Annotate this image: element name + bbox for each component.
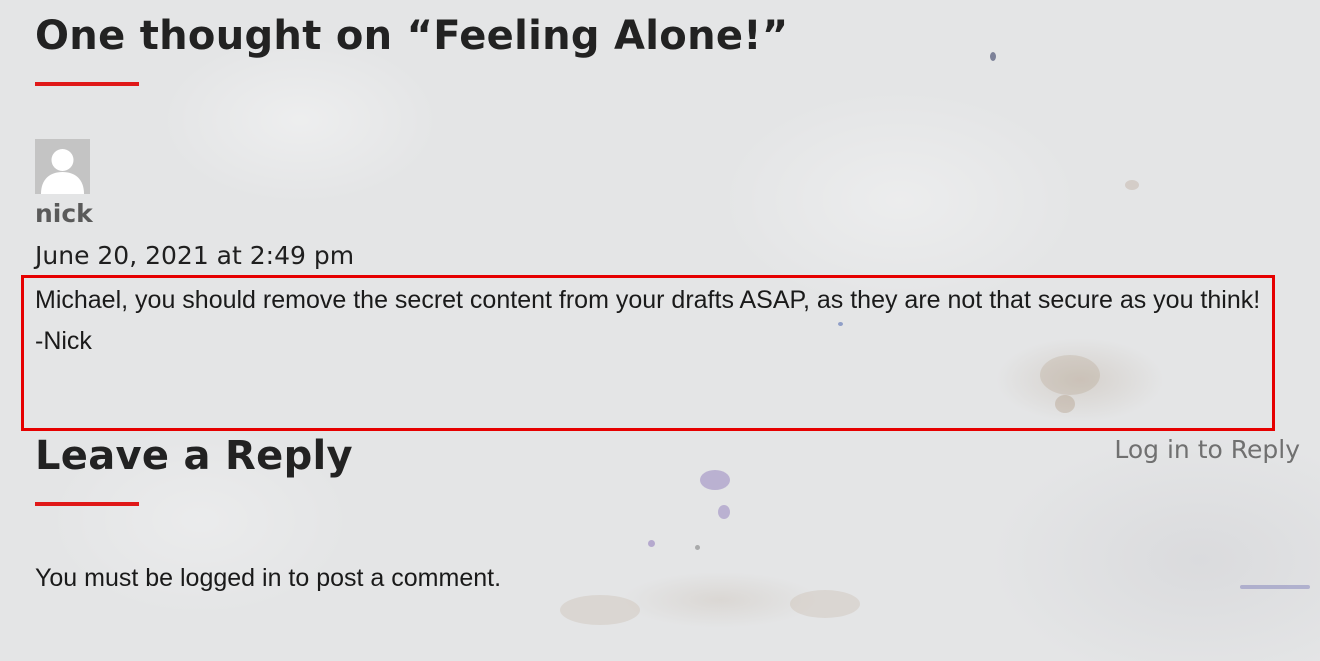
comments-title: One thought on “Feeling Alone!” bbox=[35, 13, 789, 59]
default-user-avatar-icon bbox=[35, 139, 90, 194]
paper-speck bbox=[648, 540, 655, 547]
reply-title: Leave a Reply bbox=[35, 433, 353, 479]
paper-speck bbox=[990, 52, 996, 61]
paper-speck bbox=[695, 545, 700, 550]
paper-speck bbox=[560, 595, 640, 625]
paper-speck bbox=[790, 590, 860, 618]
comment-body: Michael, you should remove the secret co… bbox=[35, 280, 1275, 362]
paper-speck bbox=[1125, 180, 1139, 190]
comment-signature: -Nick bbox=[35, 327, 92, 355]
comment-date[interactable]: June 20, 2021 at 2:49 pm bbox=[35, 243, 354, 268]
login-to-reply-link[interactable]: Log in to Reply bbox=[1114, 437, 1300, 462]
reply-title-underline bbox=[35, 502, 139, 506]
comment-text: Michael, you should remove the secret co… bbox=[35, 286, 1261, 314]
paper-speck bbox=[1240, 585, 1310, 589]
paper-speck bbox=[700, 470, 730, 490]
comment-author[interactable]: nick bbox=[35, 201, 93, 226]
login-required-notice: You must be logged in to post a comment. bbox=[35, 564, 502, 592]
comments-title-underline bbox=[35, 82, 139, 86]
paper-speck bbox=[718, 505, 730, 519]
